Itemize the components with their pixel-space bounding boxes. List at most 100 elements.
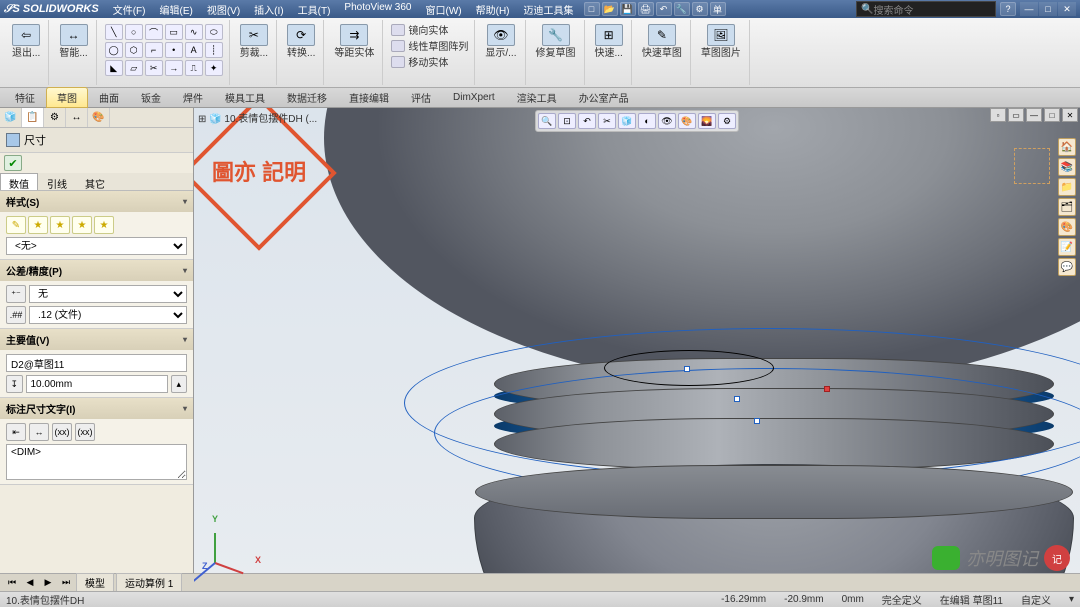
plane-tool-icon[interactable]: ▱ <box>125 60 143 76</box>
qat-save-icon[interactable]: 💾 <box>620 2 636 16</box>
tab-nav-last-icon[interactable]: ⏭ <box>58 576 74 590</box>
centerline-tool-icon[interactable]: ┊ <box>205 42 223 58</box>
precision-icon[interactable]: .## <box>6 306 26 324</box>
pm-tab-display-icon[interactable]: 🎨 <box>88 108 110 127</box>
status-units-icon[interactable]: ▾ <box>1069 594 1074 605</box>
minimize-button[interactable]: — <box>1020 2 1038 16</box>
menu-edit[interactable]: 编辑(E) <box>153 1 198 18</box>
zoom-fit-icon[interactable]: 🔍 <box>538 113 556 129</box>
tab-weldments[interactable]: 焊件 <box>172 87 214 108</box>
doc-restore-icon[interactable]: ▫ <box>990 108 1006 122</box>
section-dimtext-head[interactable]: 标注尺寸文字(I) <box>0 398 193 419</box>
doc-max2-icon[interactable]: □ <box>1044 108 1060 122</box>
convert-button[interactable]: ⟳ 转换... <box>283 22 319 61</box>
suffix-icon[interactable]: (xx) <box>75 423 95 441</box>
sketch-picture-button[interactable]: 🖼 草图图片 <box>697 22 745 61</box>
tp-custom-props-icon[interactable]: 📝 <box>1058 238 1076 256</box>
tab-datamigration[interactable]: 数据迁移 <box>276 87 338 108</box>
style-fav1-icon[interactable]: ✎ <box>6 216 26 234</box>
qat-undo-icon[interactable]: ↶ <box>656 2 672 16</box>
menu-window[interactable]: 窗口(W) <box>420 1 468 18</box>
rect-tool-icon[interactable]: ▭ <box>165 24 183 40</box>
ellipse-tool-icon[interactable]: ◯ <box>105 42 123 58</box>
doc-max-icon[interactable]: ▭ <box>1008 108 1024 122</box>
menu-photoview[interactable]: PhotoView 360 <box>338 1 417 18</box>
spinner-up-icon[interactable]: ▴ <box>171 375 188 393</box>
misc-tool-icon[interactable]: ✦ <box>205 60 223 76</box>
slot-tool-icon[interactable]: ⬭ <box>205 24 223 40</box>
qat-new-icon[interactable]: □ <box>584 2 600 16</box>
prev-view-icon[interactable]: ↶ <box>578 113 596 129</box>
tol-type-select[interactable]: 无 <box>29 285 187 303</box>
pm-tab-config-icon[interactable]: ⚙ <box>44 108 66 127</box>
style-fav4-icon[interactable]: ★ <box>72 216 92 234</box>
tol-type-icon[interactable]: ⁺⁻ <box>6 285 26 303</box>
tp-forum-icon[interactable]: 💬 <box>1058 258 1076 276</box>
section-tol-head[interactable]: 公差/精度(P) <box>0 260 193 281</box>
extend-tool-icon[interactable]: → <box>165 60 183 76</box>
tab-nav-next-icon[interactable]: ▶ <box>40 576 56 590</box>
subtab-value[interactable]: 数值 <box>0 173 38 190</box>
view-triad[interactable]: Y X Z <box>206 516 261 571</box>
align-center-icon[interactable]: ↔ <box>29 423 49 441</box>
repair-sketch-button[interactable]: 🔧 修复草图 <box>532 22 580 61</box>
prefix-icon[interactable]: (xx) <box>52 423 72 441</box>
menu-view[interactable]: 视图(V) <box>201 1 246 18</box>
tab-dimxpert[interactable]: DimXpert <box>442 89 506 106</box>
view-settings-icon[interactable]: ⚙ <box>718 113 736 129</box>
scene-icon[interactable]: 🌄 <box>698 113 716 129</box>
qat-rebuild-icon[interactable]: 🔧 <box>674 2 690 16</box>
style-fav5-icon[interactable]: ★ <box>94 216 114 234</box>
mirror-button[interactable]: 镜向实体 <box>389 22 470 37</box>
tab-render[interactable]: 渲染工具 <box>506 87 568 108</box>
style-fav3-icon[interactable]: ★ <box>50 216 70 234</box>
style-fav2-icon[interactable]: ★ <box>28 216 48 234</box>
menu-file[interactable]: 文件(F) <box>107 1 152 18</box>
offset-tool-icon[interactable]: ⎍ <box>185 60 203 76</box>
menu-help[interactable]: 帮助(H) <box>470 1 516 18</box>
tp-resources-icon[interactable]: 🏠 <box>1058 138 1076 156</box>
tab-features[interactable]: 特征 <box>4 87 46 108</box>
align-left-icon[interactable]: ⇤ <box>6 423 26 441</box>
maximize-button[interactable]: □ <box>1039 2 1057 16</box>
text-tool-icon[interactable]: A <box>185 42 203 58</box>
subtab-other[interactable]: 其它 <box>76 173 114 190</box>
menu-insert[interactable]: 插入(I) <box>248 1 289 18</box>
smart-dimension-button[interactable]: ↔ 智能... <box>55 22 91 61</box>
help-icon[interactable]: ? <box>1000 2 1016 16</box>
quick-sketch-button[interactable]: ✎ 快速草图 <box>638 22 686 61</box>
pm-tab-feature-tree-icon[interactable]: 🧊 <box>0 108 22 127</box>
arc-tool-icon[interactable]: ⌒ <box>145 24 163 40</box>
value-icon[interactable]: ↧ <box>6 375 23 393</box>
qat-print-icon[interactable]: 🖨 <box>638 2 654 16</box>
trim-button[interactable]: ✂ 剪裁... <box>236 22 272 61</box>
section-view-icon[interactable]: ✂ <box>598 113 616 129</box>
display-style-icon[interactable]: ◐ <box>638 113 656 129</box>
line-tool-icon[interactable]: ╲ <box>105 24 123 40</box>
bottom-tab-model[interactable]: 模型 <box>76 573 114 592</box>
menu-maidi[interactable]: 迈迪工具集 <box>518 1 580 18</box>
dimension-value-input[interactable] <box>26 375 168 393</box>
tab-office[interactable]: 办公室产品 <box>568 87 640 108</box>
tab-sketch[interactable]: 草图 <box>46 87 88 108</box>
tp-library-icon[interactable]: 📚 <box>1058 158 1076 176</box>
menu-tools[interactable]: 工具(T) <box>292 1 337 18</box>
tab-surfaces[interactable]: 曲面 <box>88 87 130 108</box>
graphics-viewport[interactable]: ⊞ 🧊 10.表情包摆件DH (... 🔍 ⊡ ↶ ✂ 🧊 ◐ 👁 🎨 🌄 ⚙ … <box>194 108 1080 591</box>
close-button[interactable]: ✕ <box>1058 2 1076 16</box>
tp-appearances-icon[interactable]: 🎨 <box>1058 218 1076 236</box>
chamfer-tool-icon[interactable]: ◣ <box>105 60 123 76</box>
dimension-name-input[interactable] <box>6 354 187 372</box>
tab-sheetmetal[interactable]: 钣金 <box>130 87 172 108</box>
style-select[interactable]: <无> <box>6 237 187 255</box>
reference-cube-icon[interactable] <box>1014 148 1050 184</box>
move-button[interactable]: 移动实体 <box>389 54 470 69</box>
section-style-head[interactable]: 样式(S) <box>0 191 193 212</box>
pm-tab-dim-icon[interactable]: ↔ <box>66 108 88 127</box>
pm-tab-property-icon[interactable]: 📋 <box>22 108 44 127</box>
qat-open-icon[interactable]: 📂 <box>602 2 618 16</box>
tp-view-palette-icon[interactable]: 🗂 <box>1058 198 1076 216</box>
confirm-ok-button[interactable]: ✔ <box>4 155 22 171</box>
exit-sketch-button[interactable]: ⇦ 退出... <box>8 22 44 61</box>
tab-directedit[interactable]: 直接编辑 <box>338 87 400 108</box>
